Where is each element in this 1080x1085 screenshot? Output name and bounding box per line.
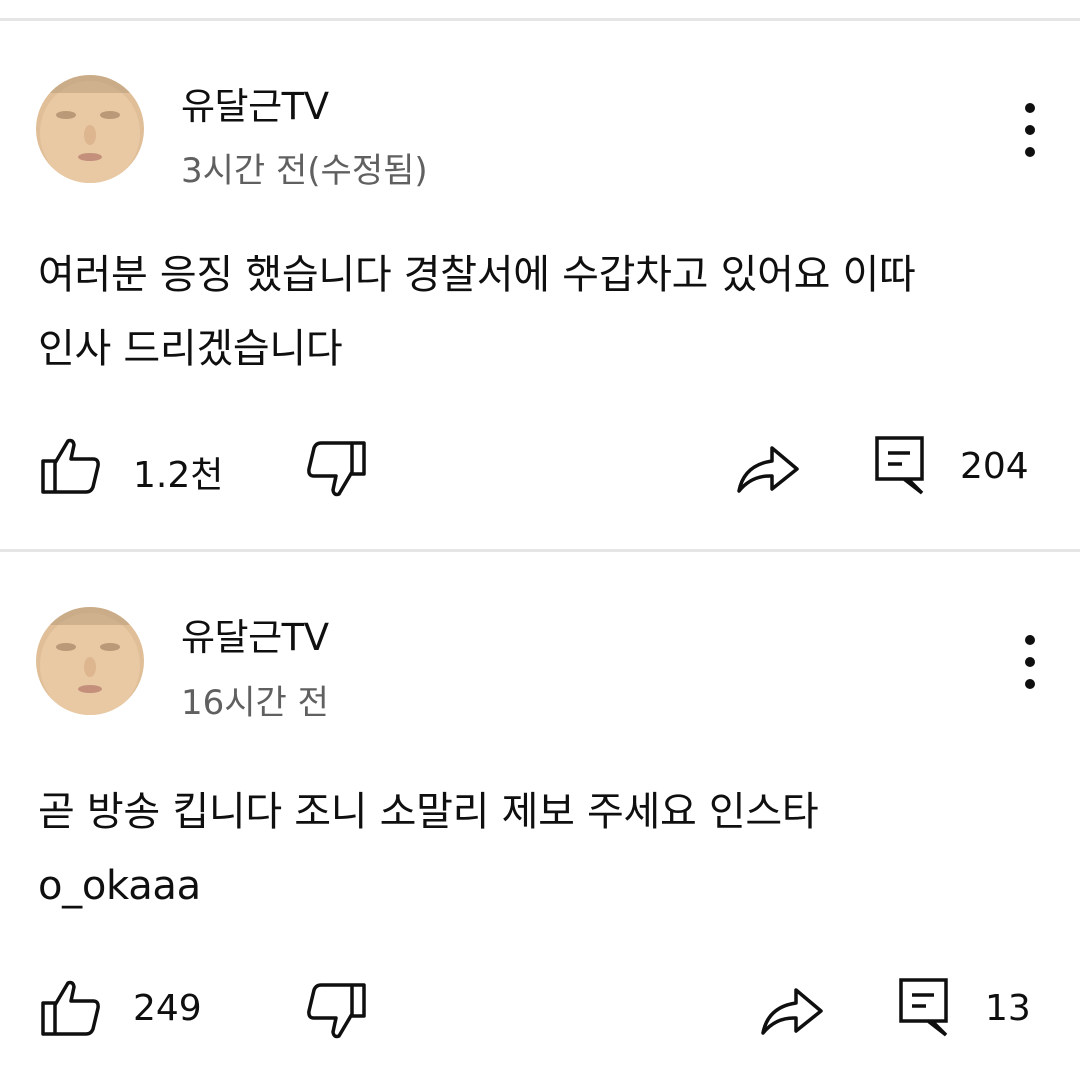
- comment-text-line-2: o_okaaa: [38, 863, 201, 909]
- reply-button[interactable]: [898, 977, 950, 1039]
- author-avatar[interactable]: [36, 607, 144, 715]
- dislike-button[interactable]: [305, 982, 367, 1040]
- share-button[interactable]: [760, 985, 824, 1037]
- comment-time: 16시간 전: [181, 683, 329, 723]
- more-vert-icon[interactable]: [1005, 627, 1055, 697]
- comment-2: 유달근TV 16시간 전 곧 방송 킵니다 조니 소말리 제보 주세요 인스타 …: [0, 0, 1080, 1085]
- reply-icon: [899, 978, 948, 1037]
- author-name[interactable]: 유달근TV: [181, 607, 329, 661]
- reply-count[interactable]: 13: [985, 988, 1031, 1029]
- thumbs-up-icon: [41, 980, 100, 1036]
- comment-text: 곧 방송 킵니다 조니 소말리 제보 주세요 인스타 o_okaaa: [38, 775, 1038, 923]
- like-button[interactable]: [40, 979, 102, 1037]
- like-count: 249: [133, 988, 202, 1029]
- thumbs-down-icon: [307, 983, 366, 1039]
- share-icon: [761, 988, 823, 1035]
- comment-text-line-1: 곧 방송 킵니다 조니 소말리 제보 주세요 인스타: [38, 789, 819, 835]
